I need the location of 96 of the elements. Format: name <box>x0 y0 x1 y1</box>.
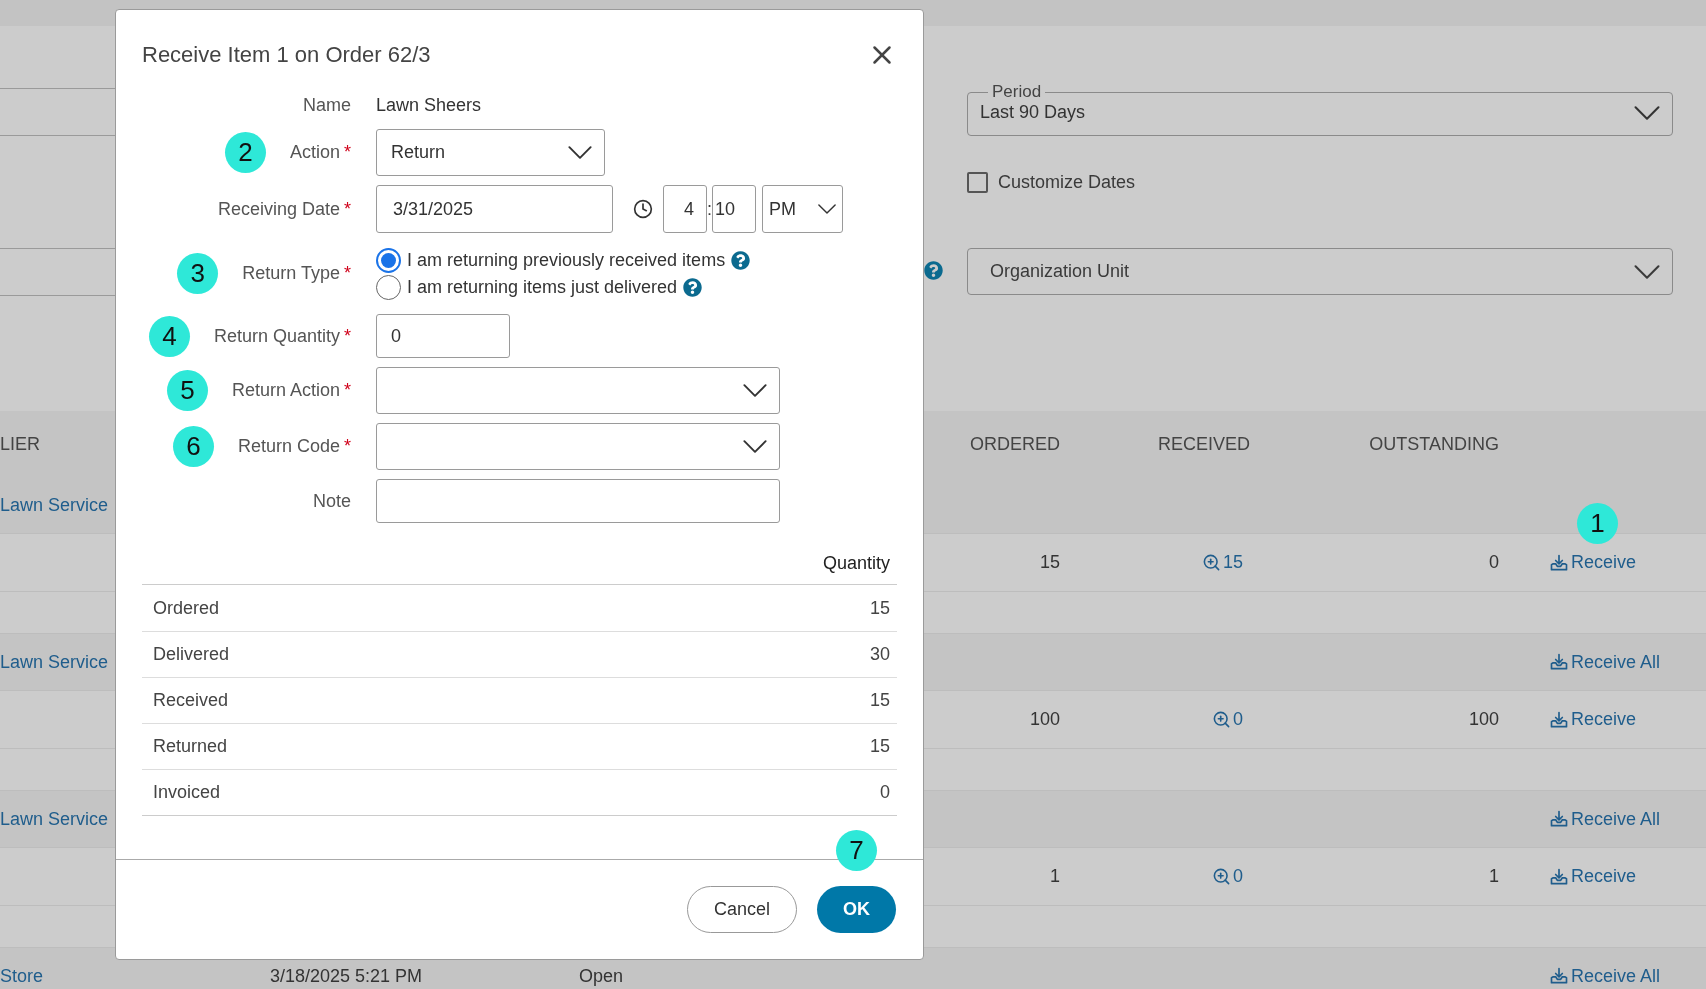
download-tray-icon <box>1549 552 1569 573</box>
dropdown-select[interactable] <box>376 367 780 414</box>
item-name: Lawn Sheers <box>376 94 482 115</box>
zoom-in-icon <box>1212 867 1231 886</box>
column-header: Quantity <box>822 553 890 574</box>
column-header: OUTSTANDING <box>1369 433 1499 455</box>
download-tray-icon <box>1549 652 1569 672</box>
chevron-down-icon <box>818 204 836 214</box>
download-tray-icon <box>1549 966 1569 986</box>
step-badge: 3 <box>177 253 219 294</box>
table-cell: 100 <box>1029 709 1060 730</box>
ok-button[interactable]: OK <box>817 886 896 933</box>
note-input[interactable] <box>376 479 780 523</box>
quantity-value: 30 <box>869 644 890 665</box>
cancel-button[interactable]: Cancel <box>687 886 797 933</box>
supplier-link[interactable]: Lawn Service <box>0 651 109 673</box>
quantity-label: Received <box>153 690 229 711</box>
checkbox[interactable] <box>967 172 988 193</box>
receive-link[interactable]: Receive <box>1549 709 1637 730</box>
help-icon[interactable] <box>924 261 943 280</box>
download-tray-icon <box>1549 709 1569 730</box>
quantity-value: 15 <box>869 597 890 619</box>
column-header: RECEIVED <box>1158 433 1251 455</box>
supplier-link[interactable]: Lawn Service <box>0 494 109 516</box>
dialog-title: Receive Item 1 on Order 62/3 <box>142 42 431 68</box>
receive-all-link[interactable]: Receive All <box>1549 651 1661 673</box>
field-label: Note <box>312 490 351 511</box>
quantity-value: 15 <box>869 690 890 711</box>
column-header: LIER <box>0 433 41 455</box>
step-badge: 2 <box>224 132 266 173</box>
field-label: Return Action <box>231 380 340 400</box>
required-mark: * <box>344 263 351 283</box>
quantity-label: Delivered <box>153 644 230 665</box>
required-mark: * <box>344 142 351 162</box>
receive-all-link[interactable]: Receive All <box>1549 965 1661 987</box>
action-select[interactable]: Return <box>376 129 605 176</box>
table-cell: 3/18/2025 5:21 PM <box>270 965 423 987</box>
chevron-down-icon <box>1634 264 1660 279</box>
supplier-link[interactable]: Store <box>0 965 44 987</box>
received-link[interactable]: 15 <box>1202 552 1244 573</box>
field-label: Receiving Date <box>217 198 340 219</box>
step-badge: 7 <box>836 830 877 871</box>
field-label: Return Quantity <box>213 325 340 346</box>
received-link[interactable]: 0 <box>1212 866 1243 887</box>
step-badge: 4 <box>148 315 190 357</box>
column-header: ORDERED <box>970 433 1060 455</box>
table-cell: 0 <box>1489 552 1499 573</box>
help-icon[interactable] <box>731 250 751 270</box>
field-label: Name <box>303 94 351 115</box>
date-input[interactable]: 3/31/2025 <box>376 185 613 233</box>
receive-all-link[interactable]: Receive All <box>1549 808 1661 830</box>
supplier-link[interactable]: Lawn Service <box>0 808 109 830</box>
table-cell: 100 <box>1468 709 1499 730</box>
required-mark: * <box>344 380 351 400</box>
minute-input[interactable]: 10 <box>712 185 756 233</box>
chevron-down-icon <box>743 384 767 397</box>
clock-icon <box>633 199 653 219</box>
radio-label: I am returning previously received items <box>407 249 726 271</box>
zoom-in-icon <box>1212 710 1231 729</box>
ampm-select[interactable]: PM <box>762 185 843 233</box>
quantity-value: 15 <box>869 736 890 757</box>
chevron-down-icon <box>568 146 592 159</box>
period-select[interactable]: Period Last 90 Days <box>967 82 1673 136</box>
table-cell: Open <box>579 965 624 987</box>
receive-link[interactable]: Receive <box>1549 552 1637 573</box>
required-mark: * <box>344 325 351 346</box>
step-badge: 6 <box>172 426 214 467</box>
field-label: Action <box>289 142 340 162</box>
quantity-input[interactable]: 0 <box>376 314 510 358</box>
checkbox-label: Customize Dates <box>998 172 1136 193</box>
table-cell: 1 <box>1489 866 1499 887</box>
hour-input[interactable]: 4 <box>663 185 707 233</box>
time-separator: : <box>707 198 712 220</box>
quantity-value: 0 <box>880 782 890 803</box>
radio-button[interactable] <box>376 247 401 273</box>
chevron-down-icon <box>1634 105 1660 120</box>
field-label: Return Code <box>237 436 340 456</box>
quantity-label: Ordered <box>153 597 220 619</box>
field-label: Return Type <box>242 263 340 283</box>
step-badge: 5 <box>166 370 208 411</box>
table-cell: 1 <box>1050 866 1060 887</box>
dropdown-select[interactable] <box>376 423 780 470</box>
received-link[interactable]: 0 <box>1212 709 1243 730</box>
chevron-down-icon <box>743 440 767 453</box>
zoom-in-icon <box>1202 553 1221 572</box>
quantity-label: Invoiced <box>153 782 221 803</box>
required-mark: * <box>344 198 351 219</box>
quantity-label: Returned <box>153 736 228 757</box>
download-tray-icon <box>1549 866 1569 887</box>
radio-label: I am returning items just delivered <box>407 276 678 298</box>
help-icon[interactable] <box>683 277 703 297</box>
required-mark: * <box>344 436 351 456</box>
download-tray-icon <box>1549 809 1569 829</box>
organization-unit-select[interactable]: Organization Unit <box>967 248 1673 295</box>
receive-link[interactable]: Receive <box>1549 866 1637 887</box>
table-cell: 15 <box>1039 552 1060 573</box>
